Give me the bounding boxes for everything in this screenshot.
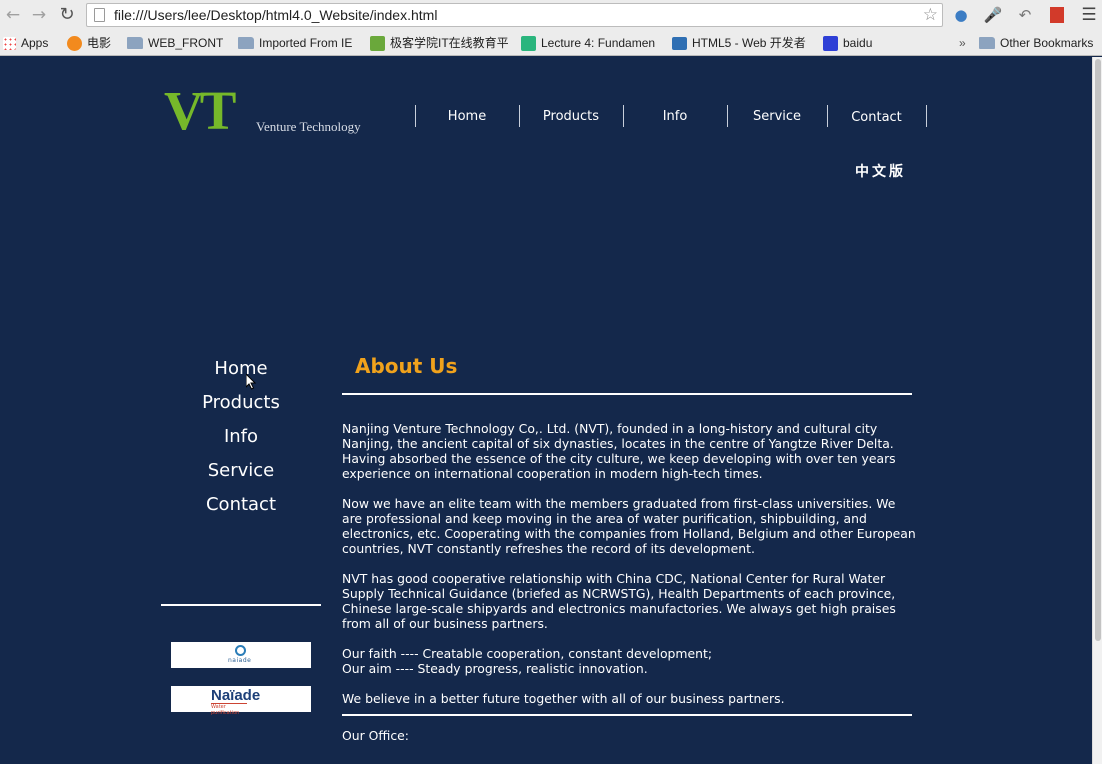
site-logo[interactable]: VT Venture Technology bbox=[164, 80, 364, 141]
address-bar[interactable]: file:///Users/lee/Desktop/html4.0_Websit… bbox=[86, 3, 943, 27]
bookmark-label: Lecture 4: Fundamen bbox=[541, 36, 656, 50]
apps-grid-icon bbox=[3, 36, 16, 50]
top-nav-products[interactable]: Products bbox=[519, 109, 623, 124]
bookmarks-bar: Apps 电影 WEB_FRONT Imported From IE 极客学院I… bbox=[0, 31, 1102, 55]
side-nav-info[interactable]: Info bbox=[161, 425, 321, 459]
title-divider bbox=[342, 393, 912, 395]
believe-line: We believe in a better future together w… bbox=[342, 691, 785, 706]
about-content: Nanjing Venture Technology Co,. Ltd. (NV… bbox=[342, 421, 917, 706]
mdn-icon bbox=[672, 36, 687, 50]
browser-toolbar: ← → ↻ file:///Users/lee/Desktop/html4.0_… bbox=[0, 0, 1102, 30]
bookmark-label: 极客学院IT在线教育平 bbox=[390, 36, 508, 50]
logo-subtitle: Venture Technology bbox=[256, 119, 361, 134]
play-icon bbox=[67, 35, 82, 51]
bookmark-label: baidu bbox=[843, 36, 873, 50]
bookmark-movie[interactable]: 电影 bbox=[67, 34, 111, 52]
partner-name: naiade bbox=[228, 657, 252, 664]
folder-icon bbox=[238, 37, 254, 49]
side-nav-products[interactable]: Products bbox=[161, 391, 321, 425]
chinese-version-link[interactable]: 中文版 bbox=[855, 161, 906, 181]
folder-icon bbox=[127, 37, 143, 49]
scrollbar-thumb[interactable] bbox=[1095, 59, 1101, 641]
bookmark-label: 电影 bbox=[87, 36, 112, 50]
page-title: About Us bbox=[355, 354, 458, 378]
udemy-icon bbox=[521, 35, 536, 51]
bookmark-label: Other Bookmarks bbox=[1000, 36, 1094, 50]
bookmark-label: Imported From IE bbox=[259, 36, 353, 50]
partner-logo-naiade-small[interactable]: naiade bbox=[171, 642, 311, 668]
paragraph: Nanjing Venture Technology Co,. Ltd. (NV… bbox=[342, 421, 896, 481]
top-nav-service[interactable]: Service bbox=[727, 109, 827, 124]
page-viewport: VT Venture Technology Home Products Info… bbox=[0, 57, 1092, 764]
paragraph: NVT has good cooperative relationship wi… bbox=[342, 571, 896, 631]
bookmark-label: WEB_FRONT bbox=[148, 36, 224, 50]
faith-line: Our faith ---- Creatable cooperation, co… bbox=[342, 646, 712, 661]
bookmark-jikexueyuan[interactable]: 极客学院IT在线教育平 bbox=[370, 34, 508, 52]
bookmarks-overflow-button[interactable]: » bbox=[959, 34, 966, 52]
side-nav-home[interactable]: Home bbox=[161, 357, 321, 391]
bookmark-web-front[interactable]: WEB_FRONT bbox=[127, 34, 223, 52]
partner-subtitle: Water purification bbox=[211, 703, 247, 716]
url-text[interactable]: file:///Users/lee/Desktop/html4.0_Websit… bbox=[114, 7, 437, 23]
browser-chrome: ← → ↻ file:///Users/lee/Desktop/html4.0_… bbox=[0, 0, 1102, 56]
side-nav-contact[interactable]: Contact bbox=[161, 493, 321, 527]
content-divider bbox=[342, 714, 912, 716]
undo-extension-icon[interactable]: ↶ bbox=[1015, 5, 1035, 25]
sidebar-divider bbox=[161, 604, 321, 606]
bookmark-html5-web[interactable]: HTML5 - Web 开发者 bbox=[672, 34, 806, 52]
top-nav-contact[interactable]: Contact bbox=[827, 110, 926, 125]
bookmark-label: HTML5 - Web 开发者 bbox=[692, 36, 806, 50]
menu-icon[interactable]: ☰ bbox=[1079, 5, 1099, 25]
bookmark-apps[interactable]: Apps bbox=[3, 34, 48, 52]
back-button[interactable]: ← bbox=[3, 5, 23, 25]
partner-name: Naïade bbox=[211, 687, 261, 704]
side-navigation: Home Products Info Service Contact bbox=[161, 357, 321, 527]
paragraph: Now we have an elite team with the membe… bbox=[342, 496, 916, 556]
bookmark-imported-from-ie[interactable]: Imported From IE bbox=[238, 34, 352, 52]
folder-icon bbox=[979, 37, 995, 49]
bookmark-star-icon[interactable]: ☆ bbox=[923, 5, 938, 25]
page-icon bbox=[94, 8, 105, 22]
forward-button[interactable]: → bbox=[29, 5, 49, 25]
other-bookmarks[interactable]: Other Bookmarks bbox=[979, 34, 1093, 52]
baidu-paw-icon bbox=[823, 35, 838, 51]
reload-button[interactable]: ↻ bbox=[57, 5, 77, 25]
bookmark-baidu[interactable]: baidu bbox=[823, 34, 872, 52]
side-nav-service[interactable]: Service bbox=[161, 459, 321, 493]
office-heading: Our Office: bbox=[342, 728, 409, 743]
logo-mark: VT bbox=[164, 80, 236, 141]
vertical-scrollbar[interactable] bbox=[1092, 57, 1102, 764]
top-nav-info[interactable]: Info bbox=[623, 109, 727, 124]
bookmark-label: Apps bbox=[21, 36, 49, 50]
red-extension-icon[interactable] bbox=[1047, 5, 1067, 25]
jikexueyuan-icon bbox=[370, 35, 385, 51]
microphone-icon[interactable]: 🎤 bbox=[983, 5, 1003, 25]
partner-logo-naiade[interactable]: Naïade Water purification bbox=[171, 686, 311, 716]
bookmark-lecture-4[interactable]: Lecture 4: Fundamen bbox=[521, 34, 655, 52]
nav-separator bbox=[926, 105, 927, 127]
aim-line: Our aim ---- Steady progress, realistic … bbox=[342, 661, 648, 676]
naiade-ring-icon bbox=[235, 645, 246, 656]
top-nav-home[interactable]: Home bbox=[415, 109, 519, 124]
mouse-cursor-icon bbox=[246, 374, 256, 390]
skype-extension-icon[interactable]: ● bbox=[951, 5, 971, 25]
